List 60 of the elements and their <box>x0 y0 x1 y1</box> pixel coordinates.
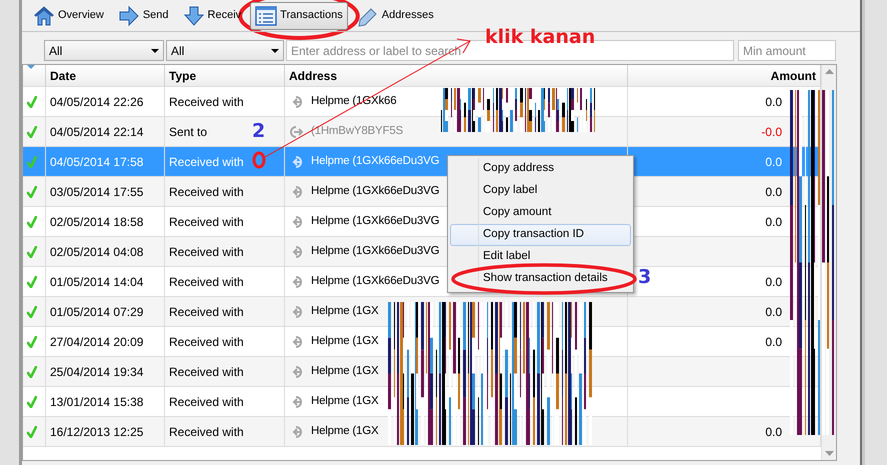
toolbar-button[interactable]: Send <box>112 2 174 30</box>
right-arrow-icon <box>118 4 140 26</box>
step-number: 2 <box>252 122 266 141</box>
table-cell: Received with <box>165 177 285 207</box>
outgoing-icon <box>289 126 303 138</box>
toolbar-button[interactable]: Addresses <box>352 2 439 30</box>
address-text: Helpme (1GX <box>311 304 378 319</box>
toolbar-button[interactable]: Overview <box>28 2 109 30</box>
amount-text: 0.0 <box>765 154 782 170</box>
scroll-down-icon[interactable] <box>824 451 834 456</box>
column-header[interactable]: Type <box>165 65 285 87</box>
amount-text: 0.0 <box>765 334 782 350</box>
amount-text: 0.0 <box>765 184 782 200</box>
address-text: Helpme (1GXk66eDu3VG <box>311 154 440 169</box>
table-cell: 03/05/2014 17:55 <box>46 177 165 207</box>
menu-item[interactable]: Show transaction details <box>450 268 631 290</box>
caret-icon <box>271 48 279 52</box>
address-text: Helpme (1GX <box>311 364 378 379</box>
sort-column-header[interactable] <box>23 65 46 87</box>
address-text: Helpme (1GX <box>311 394 378 409</box>
table-cell: 02/05/2014 04:08 <box>46 237 165 267</box>
amount-text: 0.0 <box>765 94 782 110</box>
menu-item[interactable]: Copy label <box>450 180 631 202</box>
house-icon <box>33 4 55 26</box>
table-cell: 01/05/2014 07:29 <box>46 297 165 327</box>
amount-text: 0.0 <box>765 304 782 320</box>
column-header[interactable]: Address <box>285 65 628 87</box>
dropdown[interactable]: All <box>44 40 164 61</box>
annotation-circle <box>252 152 266 168</box>
scroll-up-icon[interactable] <box>824 69 834 74</box>
sort-icon <box>27 65 35 69</box>
dropdown[interactable]: All <box>166 40 284 61</box>
table-cell: Received with <box>165 297 285 327</box>
address-text: Helpme (1GX <box>311 424 378 439</box>
menu-item[interactable]: Edit label <box>450 246 631 268</box>
address-text: Helpme (1GXk66eDu3VG <box>311 214 440 229</box>
address-text: Helpme (1GXk66eDu3VG <box>311 184 440 199</box>
address-text: Helpme (1GX <box>311 334 378 349</box>
table-cell: Received with <box>165 357 285 387</box>
menu-item[interactable]: Copy transaction ID <box>450 224 631 246</box>
menu-item[interactable]: Copy address <box>450 158 631 180</box>
down-arrow-icon <box>182 4 205 26</box>
toolbar-button[interactable]: Transactions <box>250 2 348 30</box>
table-cell: Received with <box>165 417 285 447</box>
step-number: 3 <box>638 268 652 287</box>
amount-field[interactable]: Min amount <box>738 40 836 61</box>
caret-icon <box>151 48 159 52</box>
amount-text: 0.0 <box>765 274 782 290</box>
column-header[interactable]: Amount <box>628 65 821 87</box>
amount-text: 0.0 <box>765 424 782 440</box>
address-text: (1HmBwY8BYF5S <box>311 124 403 139</box>
table-cell: Received with <box>165 237 285 267</box>
list-icon <box>255 4 278 26</box>
address-text: Helpme (1GXk66eDu3VG <box>311 274 440 289</box>
amount-text: -0.0 <box>761 124 782 140</box>
table-cell: 16/12/2013 12:25 <box>46 417 165 447</box>
table-cell: 25/04/2014 19:34 <box>46 357 165 387</box>
address-text: Helpme (1GXk66eDu3VG <box>311 244 440 259</box>
amount-text: 0.0 <box>765 214 782 230</box>
column-header[interactable]: Date <box>46 65 165 87</box>
